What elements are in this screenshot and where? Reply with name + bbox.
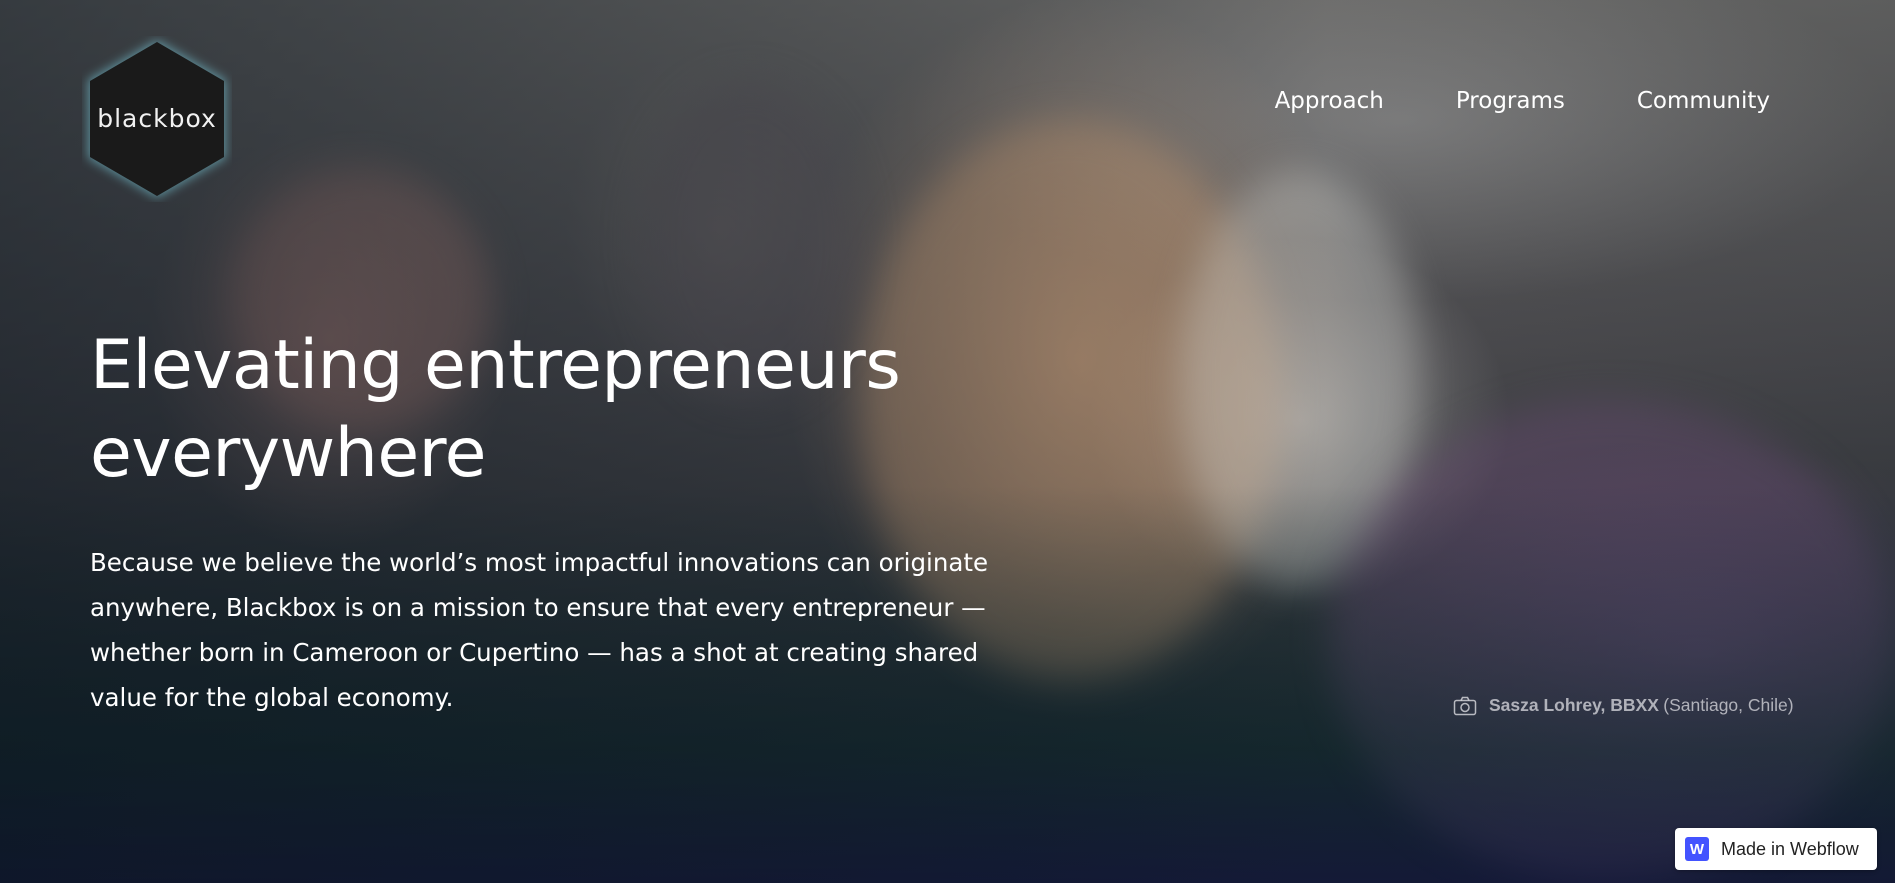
nav-approach[interactable]: Approach	[1275, 88, 1384, 114]
made-in-webflow-badge[interactable]: W Made in Webflow	[1675, 828, 1877, 870]
brand-logo[interactable]: blackbox	[82, 36, 232, 202]
headline-line-1: Elevating entrepreneurs	[90, 326, 901, 405]
camera-icon	[1453, 696, 1477, 715]
nav-programs[interactable]: Programs	[1456, 88, 1565, 114]
photo-credit: Sasza Lohrey, BBXX (Santiago, Chile)	[1453, 695, 1794, 716]
webflow-logo-icon: W	[1685, 837, 1709, 861]
logo-text: blackbox	[97, 104, 217, 133]
hero-headline: Elevating entrepreneurs everywhere	[90, 322, 990, 498]
headline-line-2: everywhere	[90, 414, 486, 493]
hero-lede: Because we believe the world’s most impa…	[90, 548, 989, 712]
webflow-badge-label: Made in Webflow	[1721, 838, 1859, 859]
photo-credit-name: Sasza Lohrey, BBXX	[1489, 695, 1659, 715]
photo-credit-location: (Santiago, Chile)	[1663, 695, 1794, 715]
main-nav: Approach Programs Community	[1275, 88, 1770, 114]
nav-community[interactable]: Community	[1637, 88, 1770, 114]
